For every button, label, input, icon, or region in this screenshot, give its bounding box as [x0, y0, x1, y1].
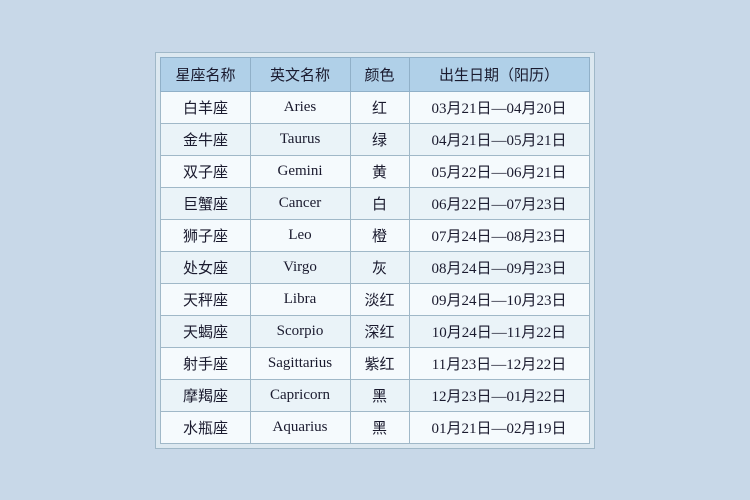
- table-row: 巨蟹座Cancer白06月22日—07月23日: [161, 187, 589, 219]
- cell-color: 白: [350, 187, 409, 219]
- cell-date-range: 08月24日—09月23日: [409, 251, 589, 283]
- table-row: 狮子座Leo橙07月24日—08月23日: [161, 219, 589, 251]
- cell-english-name: Gemini: [250, 155, 350, 187]
- cell-english-name: Leo: [250, 219, 350, 251]
- cell-english-name: Cancer: [250, 187, 350, 219]
- cell-english-name: Libra: [250, 283, 350, 315]
- cell-chinese-name: 双子座: [161, 155, 250, 187]
- cell-chinese-name: 巨蟹座: [161, 187, 250, 219]
- table-row: 处女座Virgo灰08月24日—09月23日: [161, 251, 589, 283]
- cell-color: 红: [350, 91, 409, 123]
- zodiac-table-container: 星座名称 英文名称 颜色 出生日期（阳历） 白羊座Aries红03月21日—04…: [155, 52, 594, 449]
- header-color: 颜色: [350, 57, 409, 91]
- cell-color: 黑: [350, 411, 409, 443]
- table-header-row: 星座名称 英文名称 颜色 出生日期（阳历）: [161, 57, 589, 91]
- cell-chinese-name: 处女座: [161, 251, 250, 283]
- cell-color: 灰: [350, 251, 409, 283]
- cell-english-name: Virgo: [250, 251, 350, 283]
- cell-color: 紫红: [350, 347, 409, 379]
- cell-date-range: 05月22日—06月21日: [409, 155, 589, 187]
- table-row: 水瓶座Aquarius黑01月21日—02月19日: [161, 411, 589, 443]
- cell-color: 淡红: [350, 283, 409, 315]
- table-row: 射手座Sagittarius紫红11月23日—12月22日: [161, 347, 589, 379]
- header-chinese-name: 星座名称: [161, 57, 250, 91]
- cell-english-name: Sagittarius: [250, 347, 350, 379]
- cell-date-range: 06月22日—07月23日: [409, 187, 589, 219]
- table-row: 天秤座Libra淡红09月24日—10月23日: [161, 283, 589, 315]
- cell-color: 橙: [350, 219, 409, 251]
- cell-chinese-name: 水瓶座: [161, 411, 250, 443]
- cell-date-range: 01月21日—02月19日: [409, 411, 589, 443]
- cell-color: 黄: [350, 155, 409, 187]
- cell-chinese-name: 天蝎座: [161, 315, 250, 347]
- table-row: 金牛座Taurus绿04月21日—05月21日: [161, 123, 589, 155]
- header-english-name: 英文名称: [250, 57, 350, 91]
- cell-english-name: Taurus: [250, 123, 350, 155]
- cell-color: 绿: [350, 123, 409, 155]
- cell-date-range: 04月21日—05月21日: [409, 123, 589, 155]
- cell-chinese-name: 金牛座: [161, 123, 250, 155]
- table-row: 天蝎座Scorpio深红10月24日—11月22日: [161, 315, 589, 347]
- table-row: 白羊座Aries红03月21日—04月20日: [161, 91, 589, 123]
- cell-chinese-name: 狮子座: [161, 219, 250, 251]
- zodiac-table: 星座名称 英文名称 颜色 出生日期（阳历） 白羊座Aries红03月21日—04…: [160, 57, 589, 444]
- cell-date-range: 12月23日—01月22日: [409, 379, 589, 411]
- cell-date-range: 03月21日—04月20日: [409, 91, 589, 123]
- cell-color: 黑: [350, 379, 409, 411]
- cell-date-range: 07月24日—08月23日: [409, 219, 589, 251]
- cell-date-range: 09月24日—10月23日: [409, 283, 589, 315]
- cell-color: 深红: [350, 315, 409, 347]
- cell-english-name: Aries: [250, 91, 350, 123]
- cell-english-name: Capricorn: [250, 379, 350, 411]
- cell-chinese-name: 白羊座: [161, 91, 250, 123]
- cell-english-name: Aquarius: [250, 411, 350, 443]
- cell-chinese-name: 射手座: [161, 347, 250, 379]
- header-date-range: 出生日期（阳历）: [409, 57, 589, 91]
- table-row: 摩羯座Capricorn黑12月23日—01月22日: [161, 379, 589, 411]
- cell-chinese-name: 天秤座: [161, 283, 250, 315]
- cell-date-range: 10月24日—11月22日: [409, 315, 589, 347]
- cell-date-range: 11月23日—12月22日: [409, 347, 589, 379]
- cell-chinese-name: 摩羯座: [161, 379, 250, 411]
- table-row: 双子座Gemini黄05月22日—06月21日: [161, 155, 589, 187]
- cell-english-name: Scorpio: [250, 315, 350, 347]
